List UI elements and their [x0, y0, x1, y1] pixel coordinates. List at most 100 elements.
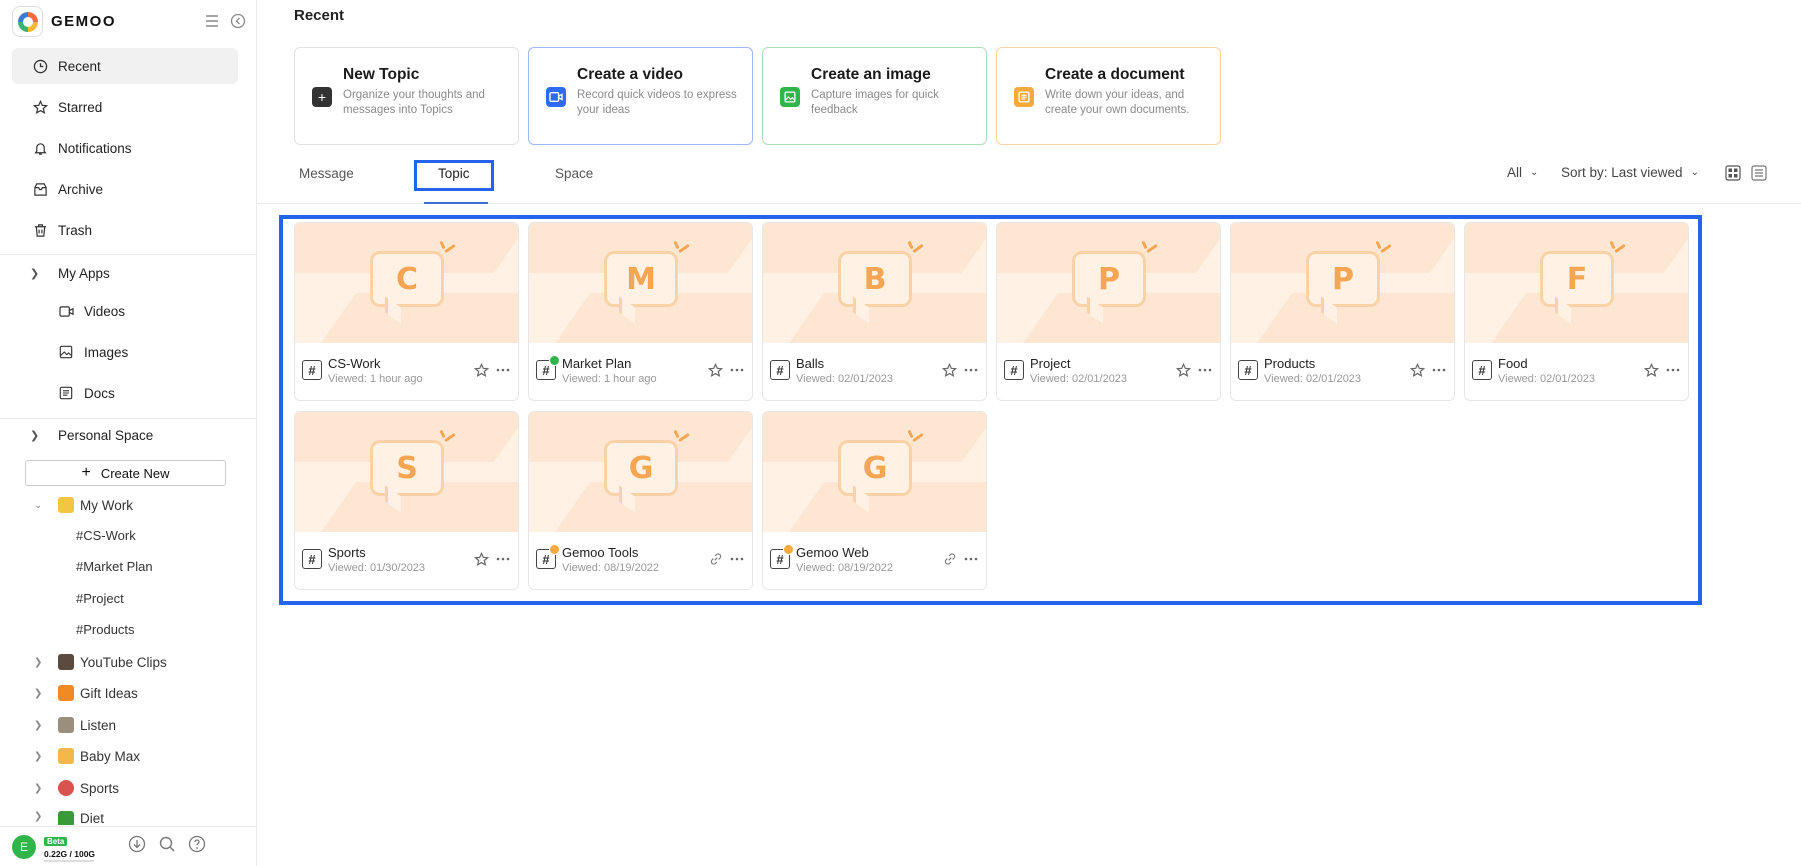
chevron-right-icon: ❯ — [34, 687, 43, 699]
hashtag-icon: # — [770, 360, 790, 380]
app-videos[interactable]: Videos — [58, 303, 125, 319]
tab-space[interactable]: Space — [555, 166, 593, 181]
nav-trash[interactable]: Trash — [12, 212, 238, 248]
more-options-icon[interactable] — [963, 552, 979, 569]
app-docs[interactable]: Docs — [58, 385, 115, 401]
star-icon[interactable] — [473, 362, 490, 381]
more-options-icon[interactable] — [1665, 363, 1681, 380]
tag-cs-work[interactable]: #CS-Work — [76, 528, 136, 543]
create-video-card[interactable]: Create a video Record quick videos to ex… — [528, 47, 753, 145]
topic-letter: C — [395, 261, 419, 297]
folder-label: Baby Max — [80, 748, 141, 764]
folder-emoji-icon — [58, 685, 74, 701]
personal-space-toggle[interactable]: ❯ Personal Space — [30, 428, 153, 443]
topic-name: Food — [1498, 356, 1528, 371]
topic-viewed: Viewed: 08/19/2022 — [796, 562, 894, 574]
folder-emoji-icon — [58, 654, 74, 670]
folder-label: Gift Ideas — [80, 685, 138, 701]
chevron-down-icon: ❯ — [30, 268, 40, 280]
star-icon[interactable] — [941, 362, 958, 381]
new-topic-card[interactable]: + New Topic Organize your thoughts and m… — [294, 47, 519, 145]
topic-card[interactable]: P # Products Viewed: 02/01/2023 — [1230, 222, 1455, 401]
topic-card[interactable]: C # CS-Work Viewed: 1 hour ago — [294, 222, 519, 401]
nav-recent[interactable]: Recent — [12, 48, 238, 84]
folder-emoji-icon — [58, 717, 74, 733]
download-icon[interactable] — [128, 835, 146, 858]
create-document-card[interactable]: Create a document Write down your ideas,… — [996, 47, 1221, 145]
create-new-button[interactable]: + Create New — [25, 460, 226, 486]
search-icon[interactable] — [158, 835, 176, 858]
app-label: Videos — [84, 303, 126, 319]
more-options-icon[interactable] — [495, 552, 511, 569]
folder-my-work[interactable]: ⌄ My Work — [34, 497, 133, 513]
folder-label: YouTube Clips — [80, 654, 167, 670]
collapse-sidebar-icon[interactable] — [229, 12, 247, 30]
tag-products[interactable]: #Products — [76, 622, 135, 637]
nav-archive[interactable]: Archive — [12, 171, 238, 207]
app-images[interactable]: Images — [58, 344, 128, 360]
folder-youtube-clips[interactable]: ❯ YouTube Clips — [34, 654, 167, 670]
more-options-icon[interactable] — [729, 363, 745, 380]
card-title: Create an image — [811, 66, 931, 83]
more-options-icon[interactable] — [963, 363, 979, 380]
topic-card[interactable]: G # Gemoo Web Viewed: 08/19/2022 — [762, 411, 987, 590]
storage-quota[interactable]: Beta 0.22G / 100G — [44, 831, 104, 862]
help-icon[interactable] — [188, 835, 206, 858]
topic-thumbnail: G — [529, 412, 752, 532]
link-icon[interactable] — [709, 552, 723, 569]
topic-card[interactable]: M # Market Plan Viewed: 1 hour ago — [528, 222, 753, 401]
folder-diet[interactable]: ❯ Diet — [34, 811, 104, 825]
filter-dropdown[interactable]: All ⌄ — [1507, 165, 1538, 180]
menu-icon[interactable] — [203, 12, 221, 30]
card-desc: Capture images for quick feedback — [811, 89, 939, 116]
more-options-icon[interactable] — [1431, 363, 1447, 380]
more-options-icon[interactable] — [1197, 363, 1213, 380]
topic-card[interactable]: S # Sports Viewed: 01/30/2023 — [294, 411, 519, 590]
card-title: New Topic — [343, 66, 420, 83]
chat-bubble-icon: S — [370, 440, 444, 513]
folder-gift-ideas[interactable]: ❯ Gift Ideas — [34, 685, 138, 701]
tab-message[interactable]: Message — [299, 166, 354, 181]
folder-listen[interactable]: ❯ Listen — [34, 717, 116, 733]
create-image-card[interactable]: Create an image Capture images for quick… — [762, 47, 987, 145]
topic-card[interactable]: G # Gemoo Tools Viewed: 08/19/2022 — [528, 411, 753, 590]
beta-badge: Beta — [44, 837, 68, 846]
app-label: Docs — [84, 385, 115, 401]
folder-sports[interactable]: ❯ Sports — [34, 780, 119, 796]
tag-market-plan[interactable]: #Market Plan — [76, 559, 153, 574]
star-icon[interactable] — [1175, 362, 1192, 381]
folder-label: Diet — [80, 811, 105, 825]
more-options-icon[interactable] — [495, 363, 511, 380]
link-icon[interactable] — [943, 552, 957, 569]
avatar[interactable]: E — [12, 834, 36, 859]
chat-bubble-icon: G — [838, 440, 912, 513]
topic-card[interactable]: F # Food Viewed: 02/01/2023 — [1464, 222, 1689, 401]
grid-view-icon[interactable] — [1725, 165, 1741, 186]
tag-project[interactable]: #Project — [76, 591, 124, 606]
chevron-down-icon: ❯ — [30, 430, 40, 442]
topic-thumbnail: S — [295, 412, 518, 532]
topic-viewed: Viewed: 1 hour ago — [328, 373, 423, 385]
quota-bar — [44, 860, 94, 862]
tab-topic[interactable]: Topic — [438, 166, 470, 181]
folder-baby-max[interactable]: ❯ Baby Max — [34, 748, 140, 764]
my-apps-toggle[interactable]: ❯ My Apps — [30, 266, 110, 281]
list-view-icon[interactable] — [1751, 165, 1767, 186]
star-icon[interactable] — [707, 362, 724, 381]
star-icon[interactable] — [473, 551, 490, 570]
topic-card[interactable]: B # Balls Viewed: 02/01/2023 — [762, 222, 987, 401]
topic-name: Sports — [328, 545, 366, 560]
chevron-right-icon: ❯ — [34, 719, 43, 731]
nav-starred[interactable]: Starred — [12, 89, 238, 125]
nav-notifications[interactable]: Notifications — [12, 130, 238, 166]
sort-dropdown[interactable]: Sort by: Last viewed ⌄ — [1561, 165, 1699, 180]
hashtag-icon: # — [1472, 360, 1492, 380]
more-options-icon[interactable] — [729, 552, 745, 569]
star-icon[interactable] — [1643, 362, 1660, 381]
chat-bubble-icon: C — [370, 251, 444, 324]
topic-card[interactable]: P # Project Viewed: 02/01/2023 — [996, 222, 1221, 401]
trash-icon — [32, 222, 48, 238]
topic-letter: B — [863, 261, 887, 297]
star-icon[interactable] — [1409, 362, 1426, 381]
topic-thumbnail: G — [763, 412, 986, 532]
